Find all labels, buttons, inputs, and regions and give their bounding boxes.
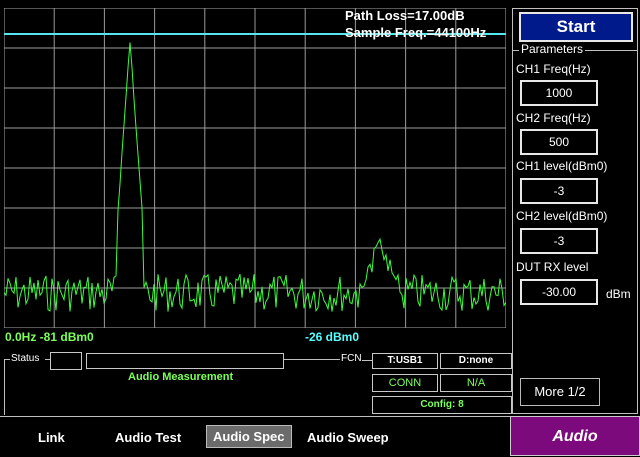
config-chip: Config: 8 xyxy=(372,396,512,414)
status-progress-box xyxy=(86,353,284,369)
tab-audio-sweep[interactable]: Audio Sweep xyxy=(307,430,389,445)
sample-freq-text: Sample Freq.=44100Hz xyxy=(345,25,487,40)
ch2-freq-field[interactable]: 500 xyxy=(520,129,598,155)
tab-audio-test[interactable]: Audio Test xyxy=(115,430,181,445)
ch2-level-field[interactable]: -3 xyxy=(520,228,598,254)
fcn-label: FCN xyxy=(341,353,362,364)
spectrum-plot xyxy=(4,8,506,328)
fcn-divider xyxy=(362,360,372,361)
path-loss-text: Path Loss=17.00dB xyxy=(345,8,465,23)
na-chip: N/A xyxy=(440,374,512,392)
ch1-freq-label: CH1 Freq(Hz) xyxy=(516,62,591,76)
measurement-text: Audio Measurement xyxy=(128,371,234,383)
parameters-title: Parameters xyxy=(519,42,586,56)
ch1-level-field[interactable]: -3 xyxy=(520,178,598,204)
status-indicator xyxy=(50,352,82,370)
ch2-freq-label: CH2 Freq(Hz) xyxy=(516,111,591,125)
conn-chip: CONN xyxy=(372,374,438,392)
dut-rx-label: DUT RX level xyxy=(516,260,589,274)
dut-rx-unit: dBm xyxy=(606,287,631,301)
start-button[interactable]: Start xyxy=(519,12,633,42)
device-chip: D:none xyxy=(440,353,512,369)
ch1-freq-field[interactable]: 1000 xyxy=(520,80,598,106)
freq-level-label: 0.0Hz -81 dBm0 xyxy=(5,330,94,344)
status-label: Status xyxy=(11,353,40,364)
center-level-label: -26 dBm0 xyxy=(305,330,360,344)
tab-audio-spec[interactable]: Audio Spec xyxy=(206,425,292,448)
transport-chip: T:USB1 xyxy=(372,353,438,369)
audio-mode-button[interactable]: Audio xyxy=(510,416,640,456)
more-button[interactable]: More 1/2 xyxy=(520,378,600,406)
ch1-level-label: CH1 level(dBm0) xyxy=(516,159,608,173)
tab-link[interactable]: Link xyxy=(38,430,65,445)
dut-rx-field[interactable]: -30.00 xyxy=(520,279,598,305)
ch2-level-label: CH2 level(dBm0) xyxy=(516,209,608,223)
status-divider-right xyxy=(284,359,340,360)
status-frame-left xyxy=(4,359,5,415)
